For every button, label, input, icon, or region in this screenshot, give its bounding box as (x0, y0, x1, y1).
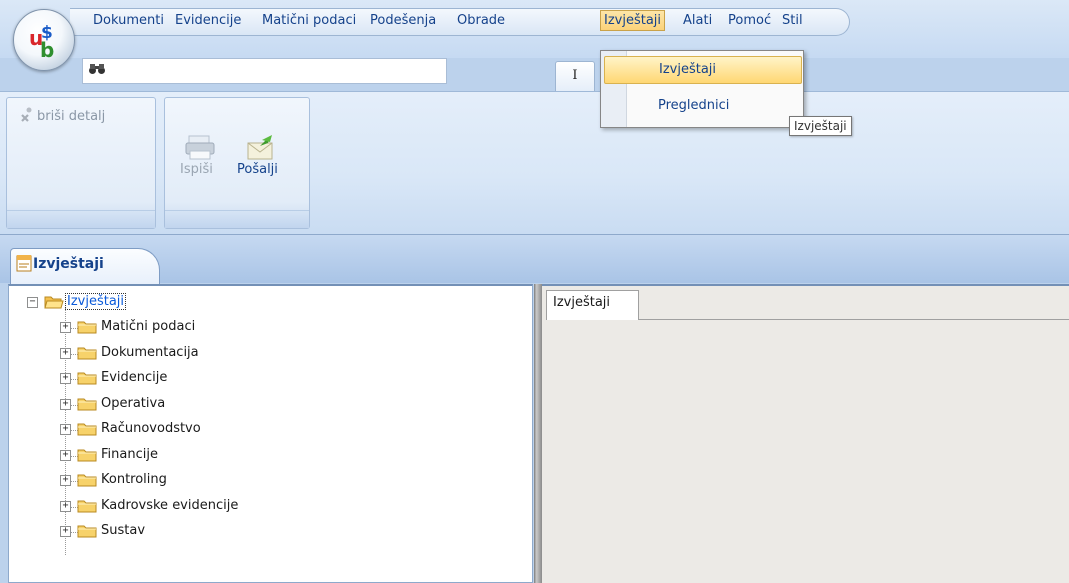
menu-izvjestaji[interactable]: Izvještaji (600, 10, 666, 31)
menu-stil[interactable]: Stil (782, 13, 803, 28)
menu-pomoc[interactable]: Pomoć (728, 13, 771, 28)
tree-item-label: Računovodstvo (101, 421, 201, 436)
document-tab-label: Izvještaji (33, 256, 104, 272)
folder-icon (77, 347, 97, 359)
folder-icon (77, 525, 97, 538)
menu-podesenja[interactable]: Podešenja (370, 13, 436, 28)
search-input[interactable] (82, 58, 447, 84)
delete-detail-label: briši detalj (37, 109, 106, 124)
dropdown-item-izvjestaji[interactable]: Izvještaji (604, 56, 802, 84)
folder-icon (77, 449, 97, 461)
quick-tab[interactable]: I (555, 61, 595, 91)
folder-icon (77, 372, 97, 385)
menu-maticni-podaci[interactable]: Matični podaci (262, 13, 356, 28)
tree-root-label: Izvještaji (64, 293, 127, 310)
expand-icon[interactable]: + (60, 373, 71, 384)
dropdown-item-preglednici[interactable]: Preglednici (604, 93, 802, 121)
report-preview-pane (542, 284, 1069, 583)
expand-icon[interactable]: + (60, 449, 71, 461)
folder-icon (77, 500, 97, 512)
expand-icon[interactable]: + (60, 475, 71, 486)
report-tree: − Izvještaji + Matični podaci + Dokumentaci… (8, 284, 533, 583)
application-menu-button[interactable]: u $ b (13, 9, 75, 71)
folder-icon (77, 474, 97, 487)
document-tab-bar (0, 235, 1069, 283)
expand-icon[interactable]: + (60, 322, 71, 333)
report-icon (16, 255, 32, 272)
tree-item-label: Operativa (101, 395, 166, 411)
expand-icon[interactable]: + (60, 424, 71, 435)
pane-splitter[interactable] (534, 284, 542, 583)
tab-divider (639, 319, 1069, 320)
binoculars-icon[interactable] (88, 63, 106, 75)
open-folder-icon (44, 296, 64, 309)
tree-item-label: Sustav (101, 523, 146, 538)
folder-icon (77, 398, 97, 410)
expand-icon[interactable]: + (60, 347, 71, 359)
collapse-icon[interactable]: − (27, 297, 38, 308)
printer-icon (185, 135, 215, 160)
send-mail-icon (247, 135, 273, 160)
svg-text:b: b (40, 38, 54, 58)
preview-tab-izvjestaji[interactable]: Izvještaji (546, 290, 639, 320)
menu-dokumenti[interactable]: Dokumenti (93, 13, 164, 28)
tree-item-label: Kadrovske evidencije (101, 497, 239, 513)
delete-icon (21, 107, 32, 122)
menu-alati[interactable]: Alati (683, 13, 712, 28)
app-logo-icon: u $ b (29, 23, 54, 58)
ribbon (0, 91, 1069, 235)
tree-item-label: Evidencije (101, 370, 168, 385)
tree-item-label: Kontroling (101, 472, 167, 487)
tree-item-label: Matični podaci (101, 319, 196, 334)
folder-icon (77, 321, 97, 334)
menu-obrade[interactable]: Obrade (457, 13, 505, 28)
expand-icon[interactable]: + (60, 398, 71, 410)
izvjestaji-dropdown-menu: Izvještaji Preglednici (600, 50, 804, 128)
expand-icon[interactable]: + (60, 526, 71, 537)
tree-item-label: Dokumentacija (101, 344, 199, 360)
tooltip: Izvještaji (789, 116, 852, 136)
print-button[interactable]: Ispiši (180, 162, 213, 177)
menu-evidencije[interactable]: Evidencije (175, 13, 241, 28)
tree-item-label: Financije (101, 446, 158, 462)
folder-icon (77, 423, 97, 436)
send-button[interactable]: Pošalji (237, 162, 278, 177)
expand-icon[interactable]: + (60, 500, 71, 512)
delete-detail-button[interactable]: briši detalj (20, 107, 105, 124)
